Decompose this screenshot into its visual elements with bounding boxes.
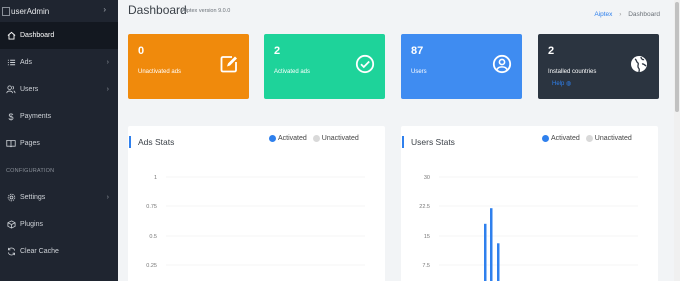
stat-card-unactivated-ads[interactable]: 0 Unactivated ads [128, 34, 249, 99]
check-circle-icon [355, 54, 375, 74]
sidebar-item-ads[interactable]: Ads › [0, 49, 118, 76]
sidebar-item-payments[interactable]: $ Payments [0, 103, 118, 130]
edit-icon [219, 54, 239, 74]
sidebar-item-pages[interactable]: Pages [0, 130, 118, 157]
dollar-icon: $ [8, 111, 14, 122]
version-text: Aiptex version 9.0.0 [182, 8, 231, 14]
stat-value: 2 [548, 45, 555, 57]
chevron-right-icon[interactable]: › [103, 5, 106, 14]
brand-logo[interactable]: userAdmin › [0, 0, 118, 22]
help-label: Help [552, 81, 565, 87]
list-icon [6, 58, 16, 68]
y-tick-label: 0.25 [146, 263, 157, 269]
stat-card-activated-ads[interactable]: 2 Activated ads [264, 34, 385, 99]
ads-stats-panel: Ads Stats Activated Unactivated 1 0.75 0… [128, 126, 385, 281]
sidebar-item-label: Settings [20, 194, 46, 201]
sidebar-item-label: Pages [20, 140, 40, 147]
users-icon [6, 85, 16, 95]
sidebar-item-plugins[interactable]: Plugins [0, 211, 118, 238]
scrollbar-thumb[interactable] [675, 2, 679, 112]
sidebar-item-users[interactable]: Users › [0, 76, 118, 103]
chevron-right-icon: › [106, 59, 109, 66]
y-tick-label: 30 [424, 175, 430, 181]
main-content: Dashboard Aiptex version 9.0.0 Aiptex › … [118, 0, 680, 281]
stat-card-users[interactable]: 87 Users [401, 34, 522, 99]
globe-icon [629, 54, 649, 74]
y-tick-label: 22.5 [419, 204, 430, 210]
broken-image-icon [2, 6, 10, 16]
y-axis: 1 0.75 0.5 0.25 [146, 175, 365, 269]
stat-label: Activated ads [274, 69, 311, 75]
bar[interactable] [490, 208, 493, 281]
stat-card-installed-countries[interactable]: 2 Installed countries Help ◍ [538, 34, 659, 99]
scrollbar-track[interactable] [674, 0, 680, 281]
stat-label: Installed countries [548, 69, 597, 75]
stat-value: 2 [274, 45, 281, 57]
page-title: Dashboard [128, 3, 187, 17]
bar[interactable] [497, 243, 500, 281]
bar[interactable] [484, 223, 487, 281]
book-icon [6, 139, 16, 149]
sidebar-item-label: Payments [20, 113, 52, 120]
sidebar-section-configuration: CONFIGURATION [6, 167, 55, 174]
breadcrumb-current: Dashboard [628, 11, 660, 18]
gear-icon [6, 193, 16, 203]
sidebar-item-label: Dashboard [20, 32, 55, 39]
y-axis: 30 22.5 15 7.5 [419, 175, 638, 269]
brand-text: userAdmin [11, 6, 50, 16]
stat-label: Unactivated ads [138, 69, 182, 75]
ads-stats-chart: 1 0.75 0.5 0.25 [146, 175, 365, 269]
y-tick-label: 7.5 [422, 263, 430, 269]
breadcrumb-separator: › [619, 11, 622, 18]
sidebar-item-label: Ads [20, 59, 33, 66]
sidebar-item-clear-cache[interactable]: Clear Cache [0, 238, 118, 265]
y-tick-label: 15 [424, 234, 430, 240]
stat-value: 0 [138, 45, 145, 57]
bar-series-activated [484, 208, 500, 281]
y-tick-label: 0.75 [146, 204, 157, 210]
sidebar: userAdmin › Dashboard Ads › Users › $ Pa… [0, 0, 118, 281]
breadcrumb: Aiptex › Dashboard [594, 11, 660, 18]
sidebar-item-label: Clear Cache [20, 248, 59, 255]
y-tick-label: 1 [154, 175, 157, 181]
sidebar-item-dashboard[interactable]: Dashboard [0, 22, 118, 49]
chevron-right-icon: › [106, 86, 109, 93]
header: Dashboard Aiptex version 9.0.0 Aiptex › … [118, 0, 680, 26]
user-circle-icon [492, 54, 512, 74]
stat-label: Users [411, 69, 427, 75]
help-link[interactable]: Help ◍ [552, 80, 571, 87]
stat-value: 87 [411, 45, 424, 57]
globe-small-icon: ◍ [566, 81, 572, 87]
refresh-icon [6, 247, 16, 257]
breadcrumb-link-home[interactable]: Aiptex [594, 11, 612, 18]
y-tick-label: 0.5 [149, 234, 157, 240]
users-stats-panel: Users Stats Activated Unactivated 30 22.… [401, 126, 658, 281]
sidebar-item-label: Plugins [20, 221, 43, 228]
home-icon [6, 31, 16, 41]
chevron-right-icon: › [106, 194, 109, 201]
cube-icon [6, 220, 16, 230]
sidebar-item-settings[interactable]: Settings › [0, 184, 118, 211]
sidebar-item-label: Users [20, 86, 39, 93]
users-stats-chart: 30 22.5 15 7.5 [419, 175, 638, 281]
